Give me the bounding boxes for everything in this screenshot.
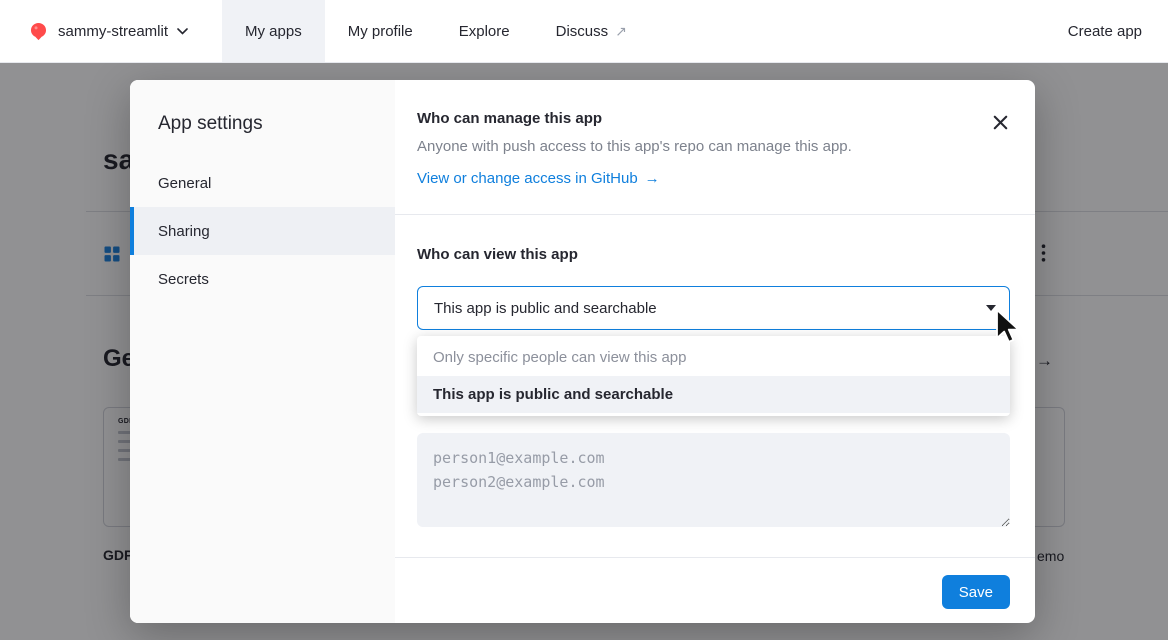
visibility-select-value: This app is public and searchable	[434, 300, 657, 317]
close-button[interactable]	[991, 113, 1010, 132]
github-access-link[interactable]: View or change access in GitHub →	[417, 170, 660, 187]
tab-discuss[interactable]: Discuss ↗	[533, 0, 650, 62]
sidebar-item-sharing[interactable]: Sharing	[130, 207, 395, 255]
close-icon	[993, 115, 1008, 130]
top-nav: sammy-streamlit My apps My profile Explo…	[0, 0, 1168, 63]
streamlit-logo-icon	[28, 21, 49, 42]
tab-my-profile[interactable]: My profile	[325, 0, 436, 62]
manage-section: Who can manage this app Anyone with push…	[395, 80, 1035, 215]
visibility-select-wrap: This app is public and searchable Only s…	[417, 286, 1010, 330]
right-arrow-icon: →	[645, 170, 660, 187]
app-settings-dialog: App settings General Sharing Secrets Who…	[130, 80, 1035, 623]
dropdown-option-public-searchable[interactable]: This app is public and searchable	[417, 376, 1010, 413]
workspace-switcher[interactable]: sammy-streamlit	[0, 0, 200, 62]
settings-sidebar: App settings General Sharing Secrets	[130, 80, 395, 623]
page: sa Ge → GDP GDP emo	[0, 0, 1168, 640]
github-access-link-label: View or change access in GitHub	[417, 170, 638, 187]
tab-discuss-label: Discuss	[556, 23, 609, 40]
tab-explore[interactable]: Explore	[436, 0, 533, 62]
sidebar-item-secrets[interactable]: Secrets	[130, 255, 395, 303]
dropdown-option-specific-people[interactable]: Only specific people can view this app	[417, 339, 1010, 376]
manage-title: Who can manage this app	[417, 110, 975, 127]
viewer-emails-textarea[interactable]	[417, 433, 1010, 527]
view-section: Who can view this app This app is public…	[395, 215, 1035, 557]
nav-tabs: My apps My profile Explore Discuss ↗	[222, 0, 650, 62]
sidebar-item-general[interactable]: General	[130, 159, 395, 207]
dialog-title: App settings	[130, 113, 395, 159]
chevron-down-icon	[177, 28, 188, 35]
visibility-dropdown: Only specific people can view this app T…	[417, 336, 1010, 416]
tab-my-apps[interactable]: My apps	[222, 0, 325, 62]
view-title: Who can view this app	[417, 246, 1010, 263]
save-button[interactable]: Save	[942, 575, 1010, 609]
external-link-icon: ↗	[615, 23, 627, 40]
manage-description: Anyone with push access to this app's re…	[417, 138, 975, 155]
visibility-select[interactable]: This app is public and searchable	[417, 286, 1010, 330]
mouse-cursor	[995, 308, 1023, 350]
workspace-name: sammy-streamlit	[58, 23, 168, 40]
settings-content: Who can manage this app Anyone with push…	[395, 80, 1035, 623]
create-app-button[interactable]: Create app	[1042, 0, 1168, 62]
dialog-footer: Save	[395, 557, 1035, 623]
